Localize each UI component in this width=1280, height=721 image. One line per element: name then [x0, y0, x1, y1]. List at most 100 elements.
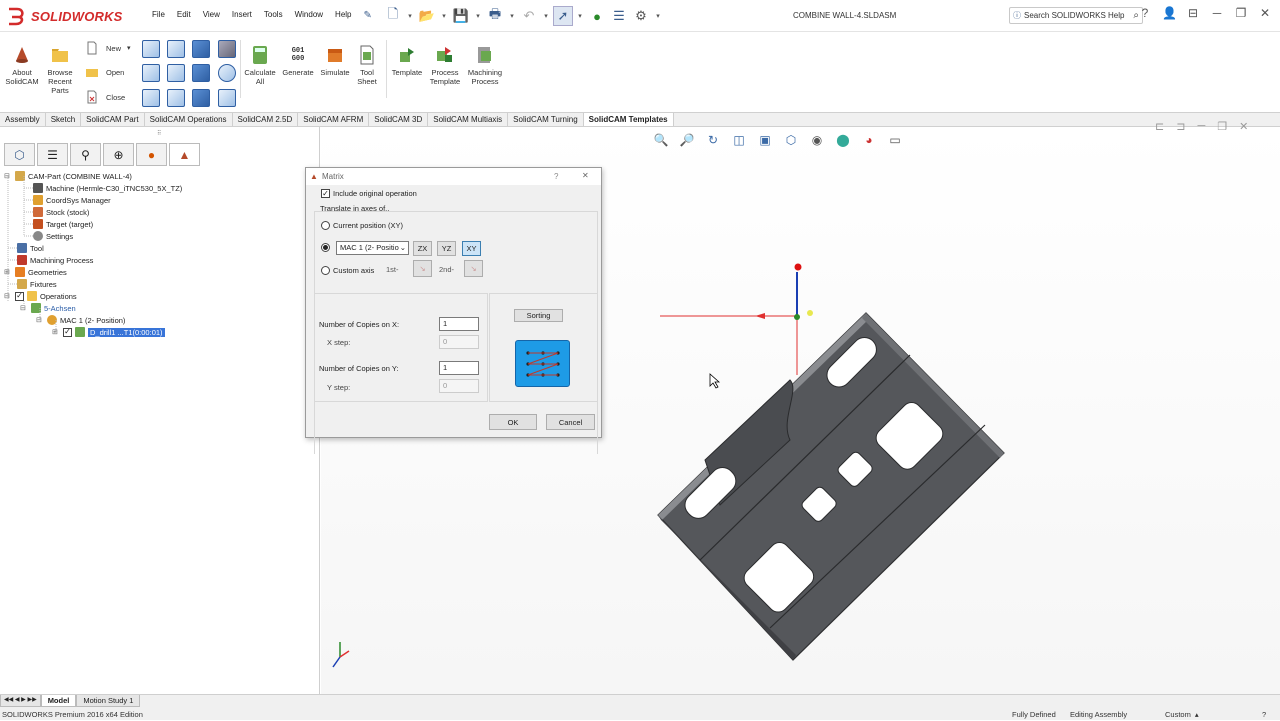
x-step-input[interactable]: 0	[439, 335, 479, 349]
print-icon[interactable]: 🖶	[485, 6, 505, 26]
menu-tools[interactable]: Tools	[258, 10, 289, 21]
menu-help[interactable]: Help	[329, 10, 357, 21]
feature-manager-tab[interactable]: ⬡	[4, 143, 35, 166]
process-template-button[interactable]: Process Template	[426, 44, 464, 86]
property-manager-tab[interactable]: ☰	[37, 143, 68, 166]
dialog-title-bar[interactable]: ▲ Matrix ? ✕	[306, 168, 601, 185]
display-style-icon[interactable]: ◉	[806, 131, 828, 149]
tab-solidcam-turning[interactable]: SolidCAM Turning	[508, 113, 584, 126]
close-window-icon[interactable]: ✕	[1258, 6, 1272, 20]
user-icon[interactable]: 👤	[1162, 6, 1177, 20]
traffic-light-icon[interactable]: ●	[587, 6, 607, 26]
operation-icon[interactable]	[167, 89, 185, 107]
open-button[interactable]: Open	[84, 64, 124, 80]
new-document-icon[interactable]: 🗋	[383, 6, 403, 26]
operation-icon[interactable]	[142, 40, 160, 58]
first-axis-pick-icon[interactable]: ↘	[413, 260, 432, 277]
operation-icon[interactable]	[167, 64, 185, 82]
save-icon[interactable]: 💾	[451, 6, 471, 26]
xy-button[interactable]: XY	[462, 241, 481, 256]
calculate-all-button[interactable]: Calculate All	[243, 44, 277, 86]
combine-wall-part[interactable]	[657, 312, 1005, 661]
mac-radio-row[interactable]	[321, 243, 330, 252]
search-box[interactable]: ⓘ Search SOLIDWORKS Help ⌕	[1009, 7, 1143, 24]
current-position-row[interactable]: Current position (XY)	[321, 221, 403, 230]
nav-arrows[interactable]: ◀◀ ◀ ▶ ▶▶	[0, 695, 41, 707]
include-original-row[interactable]: ✓ Include original operation	[321, 189, 417, 198]
ok-button[interactable]: OK	[489, 414, 537, 430]
panel-grip[interactable]: ⠿	[157, 130, 161, 137]
chevron-down-icon[interactable]: ▾	[507, 6, 517, 26]
include-original-checkbox[interactable]: ✓	[321, 189, 330, 198]
solidcam-manager-tab[interactable]: ▲	[169, 143, 200, 166]
configuration-manager-tab[interactable]: ⚲	[70, 143, 101, 166]
custom-axis-radio[interactable]	[321, 266, 330, 275]
operation-icon[interactable]	[218, 64, 236, 82]
menu-view[interactable]: View	[197, 10, 226, 21]
operation-icon[interactable]	[218, 40, 236, 58]
sorting-button[interactable]: Sorting	[514, 309, 563, 322]
new-button[interactable]: New ▾	[84, 40, 131, 56]
file-properties-icon[interactable]: ☰	[609, 6, 629, 26]
operation-icon[interactable]	[167, 40, 185, 58]
tab-solidcam-25d[interactable]: SolidCAM 2.5D	[233, 113, 299, 126]
tab-solidcam-multiaxis[interactable]: SolidCAM Multiaxis	[428, 113, 509, 126]
tab-sketch[interactable]: Sketch	[46, 113, 82, 126]
help-question-icon[interactable]: ?	[1138, 6, 1152, 20]
y-step-input[interactable]: 0	[439, 379, 479, 393]
viewport-restore-icon[interactable]: ❐	[1217, 120, 1227, 133]
browse-recent-parts-button[interactable]: Browse Recent Parts	[43, 44, 77, 95]
tab-motion-study[interactable]: Motion Study 1	[76, 695, 141, 707]
edit-appearance-icon[interactable]: ◕	[858, 131, 880, 149]
viewport-minimize-icon[interactable]: ─	[1197, 120, 1205, 133]
tool-sheet-button[interactable]: Tool Sheet	[353, 44, 381, 86]
section-view-icon[interactable]: ◫	[728, 131, 750, 149]
chevron-down-icon[interactable]: ▾	[473, 6, 483, 26]
mac-radio[interactable]	[321, 243, 330, 252]
options-gear-icon[interactable]: ⚙	[631, 6, 651, 26]
close-button[interactable]: Close	[84, 89, 125, 105]
tab-solidcam-3d[interactable]: SolidCAM 3D	[369, 113, 429, 126]
chevron-down-icon[interactable]: ▾	[653, 6, 663, 26]
open-folder-icon[interactable]: 📂	[417, 6, 437, 26]
current-position-radio[interactable]	[321, 221, 330, 230]
dimxpert-manager-tab[interactable]: ⊕	[103, 143, 134, 166]
operation-icon[interactable]	[192, 40, 210, 58]
menu-edit[interactable]: Edit	[171, 10, 197, 21]
chevron-down-icon[interactable]: ▾	[541, 6, 551, 26]
units-selector[interactable]: Custom ▴	[1165, 708, 1199, 721]
minimize-icon[interactable]: ─	[1210, 6, 1224, 20]
previous-view-icon[interactable]: ↻	[702, 131, 724, 149]
tab-assembly[interactable]: Assembly	[0, 113, 46, 126]
menu-file[interactable]: File	[146, 10, 171, 21]
dynamic-annotation-icon[interactable]: ▣	[754, 131, 776, 149]
solidworks-logo[interactable]: SOLIDWORKS	[6, 5, 123, 27]
select-cursor-icon[interactable]: ➚	[553, 6, 573, 26]
mac-select[interactable]: MAC 1 (2- Positio ⌄	[336, 241, 409, 255]
tab-solidcam-afrm[interactable]: SolidCAM AFRM	[298, 113, 370, 126]
chevron-down-icon[interactable]: ▾	[405, 6, 415, 26]
tab-solidcam-part[interactable]: SolidCAM Part	[81, 113, 145, 126]
hide-show-items-icon[interactable]: ⬤	[832, 131, 854, 149]
display-manager-tab[interactable]: ●	[136, 143, 167, 166]
menu-window[interactable]: Window	[289, 10, 329, 21]
copies-y-input[interactable]: 1	[439, 361, 479, 375]
custom-axis-row[interactable]: Custom axis	[321, 266, 374, 275]
chevron-down-icon[interactable]: ▾	[439, 6, 449, 26]
menu-insert[interactable]: Insert	[226, 10, 258, 21]
chevron-down-icon[interactable]: ▾	[575, 6, 585, 26]
operation-icon[interactable]	[142, 89, 160, 107]
cancel-button[interactable]: Cancel	[546, 414, 595, 430]
operation-icon[interactable]	[192, 89, 210, 107]
generate-button[interactable]: G01 G00 Generate	[281, 44, 315, 77]
apply-scene-icon[interactable]: ▭	[884, 131, 906, 149]
yz-button[interactable]: YZ	[437, 241, 456, 256]
panel-left-icon[interactable]: ⊏	[1155, 120, 1164, 133]
panel-right-icon[interactable]: ⊐	[1176, 120, 1185, 133]
zoom-to-area-icon[interactable]: 🔎	[676, 131, 698, 149]
help-status-icon[interactable]: ?	[1262, 708, 1266, 721]
machining-process-button[interactable]: Machining Process	[465, 44, 505, 86]
operation-icon[interactable]	[142, 64, 160, 82]
sorting-pattern-icon[interactable]	[515, 340, 570, 387]
simulate-button[interactable]: Simulate	[318, 44, 352, 77]
